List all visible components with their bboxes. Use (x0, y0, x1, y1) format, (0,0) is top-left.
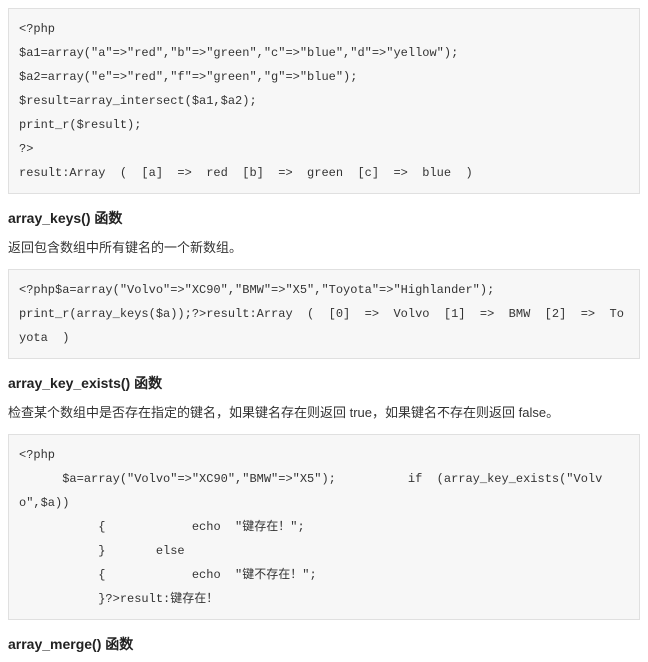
code-line: <?php (19, 448, 55, 462)
code-line: } else (19, 544, 185, 558)
code-line: <?php$a=array("Volvo"=>"XC90","BMW"=>"X5… (19, 283, 494, 297)
heading-array-keys: array_keys() 函数 (8, 208, 640, 228)
code-line: $a1=array("a"=>"red","b"=>"green","c"=>"… (19, 46, 458, 60)
code-line: result:Array ( [a] => red [b] => green [… (19, 166, 473, 180)
heading-array-key-exists: array_key_exists() 函数 (8, 373, 640, 393)
code-line: print_r($result); (19, 118, 141, 132)
code-line: $a2=array("e"=>"red","f"=>"green","g"=>"… (19, 70, 357, 84)
code-line: $a=array("Volvo"=>"XC90","BMW"=>"X5"); i… (19, 472, 602, 510)
code-line: { echo "键不存在！"; (19, 568, 317, 582)
code-line: $result=array_intersect($a1,$a2); (19, 94, 257, 108)
heading-array-merge: array_merge() 函数 (8, 634, 640, 654)
code-line: <?php (19, 22, 55, 36)
code-block-keys: <?php$a=array("Volvo"=>"XC90","BMW"=>"X5… (8, 269, 640, 359)
code-line: print_r(array_keys($a));?>result:Array (… (19, 307, 624, 345)
code-line: ?> (19, 142, 33, 156)
code-block-key-exists: <?php $a=array("Volvo"=>"XC90","BMW"=>"X… (8, 434, 640, 620)
desc-array-keys: 返回包含数组中所有键名的一个新数组。 (8, 238, 640, 259)
code-block-intersect: <?php $a1=array("a"=>"red","b"=>"green",… (8, 8, 640, 194)
desc-array-key-exists: 检查某个数组中是否存在指定的键名，如果键名存在则返回 true，如果键名不存在则… (8, 403, 640, 424)
code-line: { echo "键存在！"; (19, 520, 305, 534)
code-line: }?>result:键存在！ (19, 592, 218, 606)
